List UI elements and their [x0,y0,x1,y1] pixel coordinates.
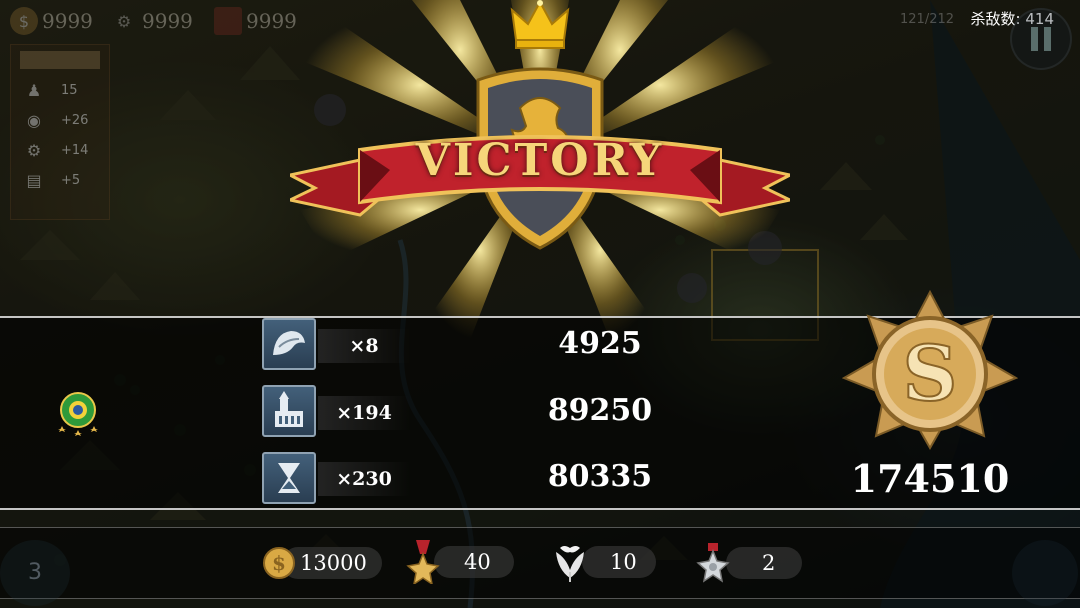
reward-silver-medal: 2 [696,541,802,585]
building-multiplier: ×194 [318,396,410,430]
soldier-icon: ♟ [26,80,42,100]
end-turn-button[interactable] [1012,540,1078,606]
crown-icon [510,0,570,49]
stat-row: ⚙ +14 [11,135,109,165]
helmet-icon [262,318,316,370]
hourglass-icon [262,452,316,504]
turn-counter: 121/212 [900,12,955,27]
laurel-reward-value: 10 [610,550,637,574]
reward-laurel: 10 [552,540,656,584]
svg-text:$: $ [272,551,286,575]
reward-medal: 40 [406,540,514,584]
gold-reward-value: 13000 [300,551,367,575]
stats-panel: ♟ 15 ◉ +26 ⚙ +14 ▤ +5 [10,44,110,220]
medal-reward-value: 40 [464,550,491,574]
laurel-icon [556,546,584,582]
rewards-bar [0,527,1080,599]
helmet-multiplier: ×8 [318,329,410,363]
hourglass-score: 80335 [547,459,653,494]
gold-value: 9999 [42,9,93,33]
rank-letter: S [903,329,958,418]
coin-icon: ◉ [27,110,41,130]
gold-resource: $ 9999 [10,6,93,36]
book-icon: ▤ [26,170,42,190]
pause-icon [1031,27,1038,51]
industry-resource: ⚙ 9999 [110,6,193,36]
gold-coin-icon: $ [263,547,295,579]
reward-gold: $ 13000 [262,541,382,585]
gear-icon: ⚙ [26,140,42,160]
faction-emblem-icon [58,392,98,436]
medal-icon [406,540,440,584]
silver-medal-icon [696,543,730,583]
building-score: 89250 [547,393,653,428]
total-score: 174510 [850,456,1010,501]
pause-button[interactable] [1010,8,1072,70]
silver-medal-reward-value: 2 [762,551,776,575]
hourglass-multiplier: ×230 [318,462,410,496]
stat-row: ◉ +26 [11,105,109,135]
stat-row: ▤ +5 [11,165,109,195]
book-icon [214,7,242,35]
victory-title: VICTORY [415,135,665,186]
undo-turn-button[interactable]: 3 [0,540,70,606]
building-icon [262,385,316,437]
flag-banner [20,51,100,69]
helmet-score: 4925 [558,326,642,361]
science-resource: 9999 [214,6,297,36]
science-value: 9999 [246,9,297,33]
gold-coin-icon: $ [10,7,38,35]
industry-value: 9999 [142,9,193,33]
gear-icon: ⚙ [116,11,132,31]
s-rank-badge: S [842,290,1018,450]
stat-row: ♟ 15 [11,75,109,105]
